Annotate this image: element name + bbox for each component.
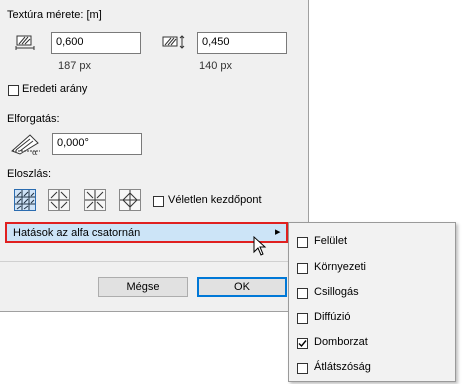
texture-height-input[interactable]: 0,450 (197, 32, 287, 54)
divider (0, 261, 308, 262)
submenu-item-felulet[interactable]: Felület (295, 232, 445, 254)
texture-width-icon (15, 34, 35, 53)
rotation-angle-icon: α (10, 131, 42, 158)
submenu-item-kornyezeti[interactable]: Környezeti (295, 258, 445, 280)
mouse-cursor-icon (253, 235, 267, 259)
random-start-checkbox[interactable] (153, 196, 164, 207)
diffuzio-checkbox[interactable] (297, 313, 308, 324)
texture-height-icon (162, 34, 186, 53)
alpha-effects-submenu: Felület Környezeti Csillogás Diffúzió Do… (288, 222, 456, 382)
submenu-item-diffuzio[interactable]: Diffúzió (295, 308, 445, 330)
atlatszosag-checkbox[interactable] (297, 363, 308, 374)
texture-width-px: 187 px (58, 60, 92, 72)
keep-ratio-checkbox[interactable] (8, 85, 19, 96)
submenu-item-csillogas[interactable]: Csillogás (295, 283, 445, 305)
submenu-item-label: Domborzat (314, 336, 368, 348)
alpha-effects-menu-item[interactable]: Hatások az alfa csatornán ▸ (5, 222, 288, 243)
submenu-arrow-icon: ▸ (275, 226, 281, 238)
distribution-grid-tile[interactable] (14, 189, 36, 211)
texture-size-label: Textúra mérete: [m] (7, 9, 102, 21)
domborzat-checkbox[interactable] (297, 338, 308, 349)
rotation-input[interactable]: 0,000° (52, 133, 142, 155)
keep-ratio-label: Eredeti arány (22, 83, 88, 95)
distribution-mirror-xy-tile[interactable] (119, 189, 141, 211)
submenu-item-atlatszosag[interactable]: Átlátszóság (295, 358, 445, 380)
distribution-mirror-x-tile[interactable] (48, 189, 70, 211)
distribution-label: Eloszlás: (7, 168, 52, 180)
distribution-mirror-y-tile[interactable] (84, 189, 106, 211)
submenu-item-label: Környezeti (314, 261, 366, 273)
random-start-label: Véletlen kezdőpont (168, 194, 262, 206)
rotation-label: Elforgatás: (7, 113, 60, 125)
alpha-effects-label: Hatások az alfa csatornán (13, 227, 141, 239)
ok-button[interactable]: OK (197, 277, 287, 297)
cancel-button[interactable]: Mégse (98, 277, 188, 297)
texture-settings-dialog: Textúra mérete: [m] 0,600 187 px 0,450 1… (0, 0, 309, 312)
submenu-item-label: Átlátszóság (314, 361, 371, 373)
submenu-item-label: Felület (314, 235, 348, 247)
submenu-item-label: Diffúzió (314, 311, 351, 323)
submenu-item-domborzat[interactable]: Domborzat (295, 333, 445, 355)
texture-width-input[interactable]: 0,600 (51, 32, 141, 54)
kornyezeti-checkbox[interactable] (297, 263, 308, 274)
texture-height-px: 140 px (199, 60, 233, 72)
csillogas-checkbox[interactable] (297, 288, 308, 299)
svg-text:α: α (32, 148, 38, 155)
felulet-checkbox[interactable] (297, 237, 308, 248)
check-icon (298, 340, 307, 348)
submenu-item-label: Csillogás (314, 286, 359, 298)
